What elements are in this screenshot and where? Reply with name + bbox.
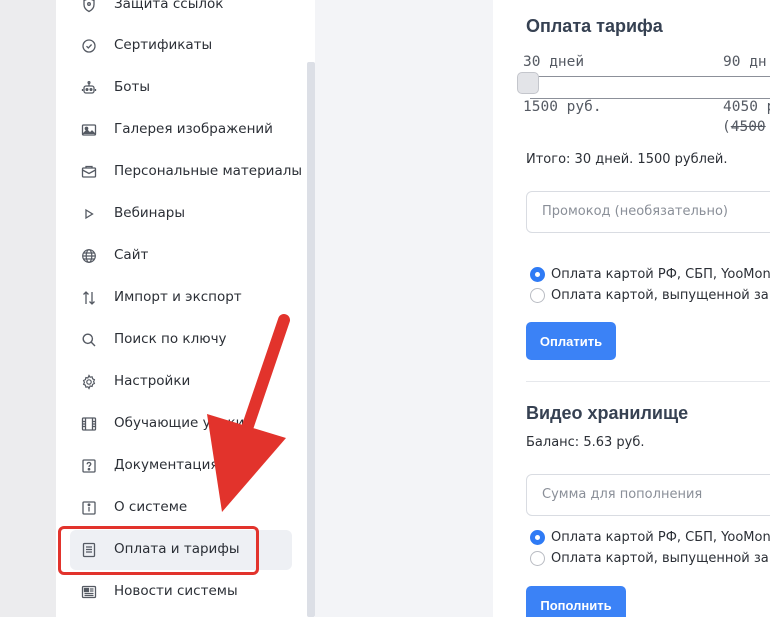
sidebar-item-label: Защита ссылок	[114, 0, 224, 12]
tariff-title: Оплата тарифа	[526, 16, 663, 36]
radio-label: Оплата картой РФ, СБП, YooMon	[551, 266, 770, 282]
amount-placeholder: Сумма для пополнения	[542, 487, 703, 502]
tariff-slider-thumb[interactable]	[517, 72, 539, 94]
newspaper-icon	[81, 584, 97, 600]
info-icon	[81, 500, 97, 516]
payment-option-foreign-card[interactable]: Оплата картой, выпущенной за	[530, 286, 769, 304]
sidebar-item-tutorials[interactable]: Обучающие уроки	[70, 404, 292, 444]
arrows-updown-icon	[81, 290, 97, 306]
sidebar-scrollbar[interactable]	[307, 62, 315, 617]
sidebar-item-site[interactable]: Сайт	[70, 236, 292, 276]
question-icon	[81, 458, 97, 474]
left-edge-panel	[0, 0, 56, 617]
storage-title: Видео хранилище	[526, 403, 689, 423]
sidebar-item-personal-materials[interactable]: Персональные материалы	[70, 152, 302, 192]
promo-placeholder: Промокод (необязательно)	[542, 204, 728, 219]
sidebar-item-documentation[interactable]: Документация	[70, 446, 292, 486]
sidebar-item-webinars[interactable]: Вебинары	[70, 194, 292, 234]
sidebar-item-label: Импорт и экспорт	[114, 289, 242, 305]
sidebar-item-system-news[interactable]: Новости системы	[70, 572, 292, 612]
radio-button[interactable]	[530, 266, 545, 282]
price-right: 4050 р	[723, 99, 770, 115]
sidebar-item-key-search[interactable]: Поиск по ключу	[70, 320, 292, 360]
play-icon	[81, 206, 97, 222]
topup-button[interactable]: Пополнить	[526, 586, 626, 617]
sidebar-item-label: Вебинары	[114, 205, 185, 221]
sidebar-item-image-gallery[interactable]: Галерея изображений	[70, 110, 292, 150]
sidebar-item-link-protection[interactable]: Защита ссылок	[70, 0, 292, 25]
radio-label: Оплата картой, выпущенной за	[551, 550, 769, 566]
slider-label-left: 30 дней	[523, 54, 585, 70]
search-icon	[81, 332, 97, 348]
section-divider	[526, 381, 770, 382]
main-background	[315, 0, 493, 617]
sidebar-item-label: Сайт	[114, 247, 149, 263]
sidebar-item-bots[interactable]: Боты	[70, 68, 292, 108]
slider-track[interactable]	[530, 76, 770, 77]
slider-label-right: 90 дн	[723, 54, 767, 70]
image-icon	[81, 122, 97, 138]
sidebar-item-label: Сертификаты	[114, 37, 213, 53]
film-icon	[81, 416, 97, 432]
bot-icon	[81, 80, 97, 96]
promo-code-input[interactable]: Промокод (необязательно)	[526, 191, 770, 233]
sidebar-item-label: Документация	[114, 457, 219, 473]
sidebar-item-import-export[interactable]: Импорт и экспорт	[70, 278, 292, 318]
radio-label: Оплата картой, выпущенной за	[551, 287, 769, 303]
sidebar-item-settings[interactable]: Настройки	[70, 362, 292, 402]
envelope-icon	[81, 164, 97, 180]
sidebar-item-certificates[interactable]: Сертификаты	[70, 26, 292, 66]
tariff-total: Итого: 30 дней. 1500 рублей.	[526, 152, 728, 167]
shield-icon	[81, 0, 97, 13]
topup-amount-input[interactable]: Сумма для пополнения	[526, 474, 770, 516]
gear-icon	[81, 374, 97, 390]
payment-option-russian-card[interactable]: Оплата картой РФ, СБП, YooMon	[530, 265, 770, 283]
globe-icon	[81, 248, 97, 264]
price-right-old: (4500	[722, 119, 766, 135]
pay-button[interactable]: Оплатить	[526, 322, 616, 360]
radio-button[interactable]	[530, 287, 545, 303]
storage-payment-option-foreign-card[interactable]: Оплата картой, выпущенной за	[530, 549, 769, 567]
certificate-icon	[81, 38, 97, 54]
annotation-highlight-box	[58, 526, 259, 575]
sidebar-item-about[interactable]: О системе	[70, 488, 292, 528]
sidebar-item-label: Обучающие уроки	[114, 415, 245, 431]
sidebar-item-label: О системе	[114, 499, 188, 515]
radio-button[interactable]	[530, 550, 545, 566]
sidebar-item-label: Персональные материалы	[114, 163, 303, 179]
radio-label: Оплата картой РФ, СБП, YooMon	[551, 529, 770, 545]
price-old-paren: (	[722, 119, 731, 135]
storage-payment-option-russian-card[interactable]: Оплата картой РФ, СБП, YooMon	[530, 528, 770, 546]
sidebar-item-label: Боты	[114, 79, 151, 95]
sidebar-item-label: Поиск по ключу	[114, 331, 227, 347]
price-left: 1500 руб.	[523, 99, 602, 115]
sidebar-item-label: Новости системы	[114, 583, 238, 599]
sidebar-item-label: Настройки	[114, 373, 191, 389]
price-old-value: 4500	[730, 119, 766, 135]
sidebar-item-label: Галерея изображений	[114, 121, 273, 137]
storage-balance: Баланс: 5.63 руб.	[526, 435, 645, 450]
radio-button[interactable]	[530, 529, 545, 545]
